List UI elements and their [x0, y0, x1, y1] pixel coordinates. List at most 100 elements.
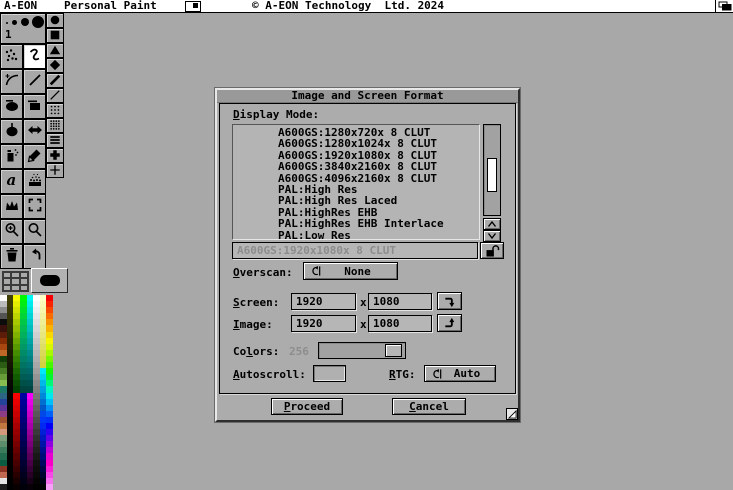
spray-icon	[4, 147, 20, 167]
palette-swatch[interactable]	[46, 484, 53, 490]
dialog-title: Image and Screen Format	[291, 89, 443, 102]
tool-define-brush[interactable]	[23, 194, 46, 219]
brackets-icon	[27, 197, 43, 217]
screen-width-input[interactable]	[291, 293, 356, 310]
tool-text[interactable]: a	[0, 169, 23, 194]
dither-icon	[27, 172, 43, 192]
dots-icon	[4, 47, 20, 67]
tool-palette: a	[0, 44, 46, 269]
tool-dotted-freehand[interactable]	[0, 44, 23, 69]
tool-polygon[interactable]	[23, 119, 46, 144]
window-icon[interactable]	[185, 1, 201, 12]
line-icon	[27, 72, 43, 92]
image-height-input[interactable]	[368, 315, 432, 332]
mode-item[interactable]: PAL:HighRes EHB Interlace	[273, 218, 479, 229]
tool-magnify[interactable]	[23, 219, 46, 244]
brush-dot-2[interactable]	[12, 20, 17, 25]
squiggle-icon	[27, 47, 43, 67]
screen-depth-gadget[interactable]	[715, 0, 733, 12]
filled-ellipse-icon	[4, 97, 20, 117]
pattern-cell[interactable]	[20, 285, 28, 291]
overscan-value: None	[322, 265, 397, 278]
tool-brush[interactable]	[0, 194, 23, 219]
brush-dot-1[interactable]	[6, 22, 8, 24]
color-palette	[0, 295, 53, 490]
palette-swatch[interactable]	[40, 484, 47, 490]
image-label: Image:	[233, 319, 273, 331]
mode-lock-button[interactable]	[480, 242, 504, 259]
tool-ellipse[interactable]	[0, 119, 23, 144]
trash-icon	[4, 247, 20, 267]
lock-icon	[485, 245, 500, 257]
rtg-label: RTG:	[389, 369, 416, 381]
colors-slider-thumb[interactable]	[385, 344, 402, 357]
chevron-up-icon	[487, 220, 497, 228]
cancel-button[interactable]: Cancel	[392, 398, 466, 415]
tool-zoom-in[interactable]	[0, 219, 23, 244]
mode-item[interactable]: A600GS:3840x2160x 8 CLUT	[273, 161, 479, 172]
display-mode-list: A600GS:1280x720x 8 CLUTA600GS:1280x1024x…	[232, 124, 480, 240]
copy-screen-to-image-button[interactable]	[437, 292, 462, 310]
rtg-value: Auto	[443, 367, 495, 380]
tool-flood-fill[interactable]	[23, 144, 46, 169]
brush-blob	[40, 275, 60, 286]
colors-slider[interactable]	[318, 342, 406, 359]
tool-curve[interactable]	[0, 69, 23, 94]
palette-swatch[interactable]	[33, 484, 40, 490]
text-icon: a	[4, 172, 20, 192]
app-title: Personal Paint	[64, 0, 157, 12]
tool-clear[interactable]	[0, 244, 23, 269]
display-mode-label: Display Mode:	[233, 109, 319, 121]
selected-mode-field[interactable]	[232, 242, 478, 259]
tool-gradient[interactable]	[23, 169, 46, 194]
tool-freehand[interactable]	[23, 44, 46, 69]
thin-cross-brush[interactable]	[46, 163, 64, 178]
tool-undo[interactable]	[23, 244, 46, 269]
tool-filled-ellipse[interactable]	[0, 94, 23, 119]
copy-image-to-screen-button[interactable]	[437, 314, 462, 332]
dialog-resize-gadget[interactable]	[506, 408, 518, 420]
palette-swatch[interactable]	[20, 484, 27, 490]
proceed-button[interactable]: Proceed	[271, 398, 343, 415]
palette-swatch[interactable]	[0, 484, 7, 490]
screen-label: Screen:	[233, 297, 279, 309]
pattern-cell[interactable]	[11, 285, 19, 291]
brush-size-label: 1	[5, 29, 12, 41]
current-brush-preview[interactable]	[31, 268, 68, 293]
autoscroll-checkbox[interactable]	[313, 365, 346, 382]
arrow-curve-up-icon	[443, 317, 456, 330]
pattern-cell[interactable]	[3, 285, 11, 291]
scroll-down-button[interactable]	[483, 230, 501, 242]
tool-airbrush[interactable]	[0, 144, 23, 169]
mode-list-scrollbar[interactable]	[483, 124, 501, 216]
rtg-cycle[interactable]: Auto	[424, 365, 496, 382]
tool-line[interactable]	[23, 69, 46, 94]
scrollbar-thumb[interactable]	[487, 158, 497, 192]
scroll-up-button[interactable]	[483, 218, 501, 230]
copyright-text: © A-EON Technology Ltd. 2024	[252, 0, 444, 12]
dialog-title-bar[interactable]: Image and Screen Format	[217, 90, 518, 103]
resize-icon	[508, 410, 517, 419]
brush-size-selector[interactable]: 1	[0, 13, 46, 44]
screen-title-bar[interactable]: A-EON Personal Paint © A-EON Technology …	[0, 0, 733, 13]
palette-swatch[interactable]	[13, 484, 20, 490]
colors-label: Colors:	[233, 346, 279, 358]
arrow-curve-down-icon	[443, 295, 456, 308]
palette-swatch[interactable]	[27, 484, 34, 490]
brush-dot-3[interactable]	[21, 18, 29, 26]
brush-dot-4[interactable]	[32, 16, 44, 28]
tool-filled-rectangle[interactable]	[23, 94, 46, 119]
magnify-icon	[27, 222, 43, 242]
mode-item[interactable]: PAL:Low Res	[273, 230, 479, 240]
overscan-label: Overscan:	[233, 267, 293, 279]
pattern-selector[interactable]	[2, 271, 29, 292]
curve-icon	[4, 72, 20, 92]
image-width-input[interactable]	[291, 315, 356, 332]
screen-height-input[interactable]	[368, 293, 432, 310]
overscan-cycle[interactable]: None	[303, 262, 398, 280]
filled-rect-icon	[27, 97, 43, 117]
colors-value: 256	[289, 346, 309, 358]
window-icon-dot	[193, 3, 198, 8]
builtin-brush-column	[46, 13, 64, 178]
palette-swatch[interactable]	[7, 484, 14, 490]
